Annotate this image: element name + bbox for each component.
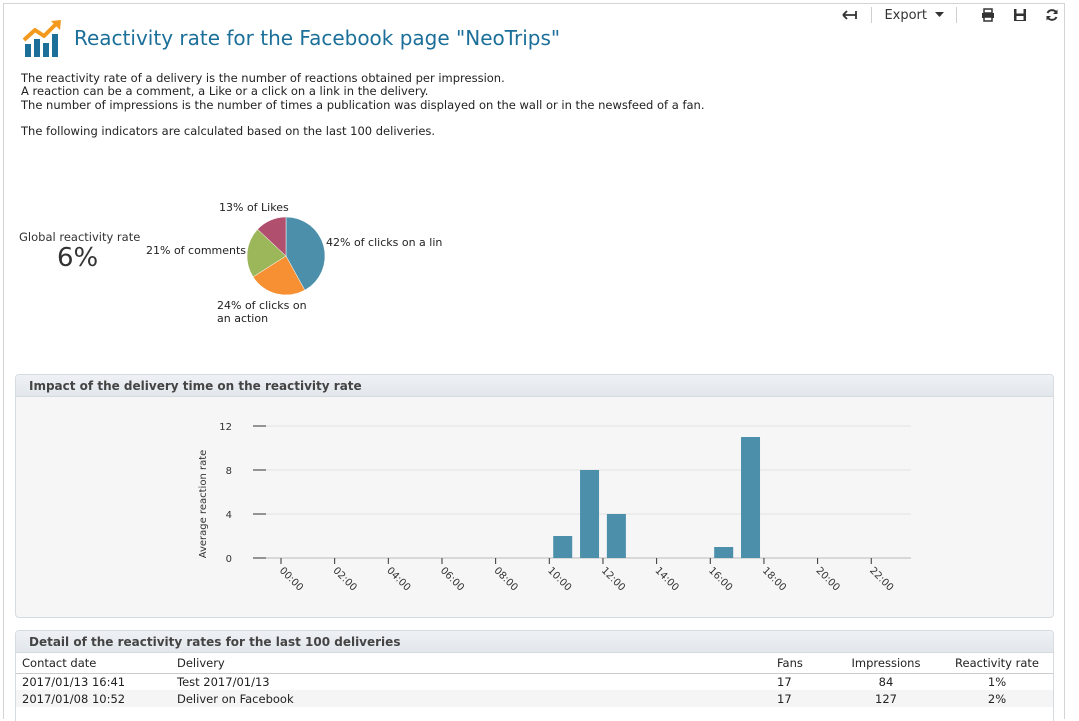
table-header-row: Contact date Delivery Fans Impressions R… — [16, 653, 1053, 674]
toolbar: Export — [841, 5, 1061, 25]
pie-label-link: 42% of clicks on a lin — [326, 236, 443, 249]
y-tick-label: 4 — [226, 510, 232, 521]
column-header[interactable]: Contact date — [16, 653, 171, 674]
y-tick-label: 8 — [226, 466, 232, 477]
impact-panel: Impact of the delivery time on the react… — [15, 374, 1054, 618]
reaction-pie-chart: 13% of Likes 21% of comments 42% of clic… — [140, 195, 460, 335]
pie-label-action-line: an action — [217, 312, 269, 325]
deliveries-table: Contact date Delivery Fans Impressions R… — [16, 653, 1053, 707]
cell-impressions: 127 — [831, 690, 941, 707]
cell-delivery: Deliver on Facebook — [171, 690, 771, 707]
caret-down-icon — [935, 12, 944, 17]
detail-panel: Detail of the reactivity rates for the l… — [15, 630, 1054, 721]
global-rate-label: Global reactivity rate — [19, 230, 141, 244]
intro-line: The reactivity rate of a delivery is the… — [21, 71, 505, 85]
intro-text: The reactivity rate of a delivery is the… — [21, 71, 705, 138]
back-arrow-icon[interactable] — [841, 5, 859, 25]
delivery-time-bar-chart: 0 4 8 12 Average reaction rate 00:00 02:00 04:0… — [198, 422, 911, 594]
export-button[interactable]: Export — [884, 5, 944, 25]
x-tick-label: 12:00 — [599, 565, 627, 593]
table-row[interactable]: 2017/01/08 10:52 Deliver on Facebook 17 … — [16, 690, 1053, 707]
bar[interactable] — [714, 547, 734, 558]
bar[interactable] — [580, 470, 600, 558]
x-tick-label: 20:00 — [813, 565, 841, 593]
rising-chart-icon — [22, 18, 64, 60]
x-tick-label: 22:00 — [867, 565, 895, 593]
y-tick-label: 12 — [219, 422, 232, 433]
x-tick-label: 08:00 — [492, 565, 520, 593]
x-tick-label: 06:00 — [438, 565, 466, 593]
page-title: Reactivity rate for the Facebook page "N… — [74, 26, 561, 50]
save-icon[interactable] — [1011, 5, 1029, 25]
x-tick-label: 10:00 — [545, 565, 573, 593]
pie-label-action-line: 24% of clicks on — [217, 299, 307, 312]
y-axis-title: Average reaction rate — [198, 450, 209, 559]
global-rate-value: 6% — [57, 243, 99, 273]
column-header[interactable]: Impressions — [831, 653, 941, 674]
x-tick-label: 04:00 — [384, 565, 412, 593]
cell-reactivity-rate: 2% — [941, 690, 1053, 707]
pie-label-comments: 21% of comments — [146, 244, 247, 257]
table-row[interactable]: 2017/01/13 16:41 Test 2017/01/13 17 84 1… — [16, 673, 1053, 690]
pie-label-likes: 13% of Likes — [219, 201, 289, 214]
impact-panel-title: Impact of the delivery time on the react… — [16, 375, 1053, 397]
column-header[interactable]: Delivery — [171, 653, 771, 674]
column-header[interactable]: Fans — [771, 653, 831, 674]
x-tick-label: 00:00 — [277, 565, 305, 593]
x-tick-label: 18:00 — [760, 565, 788, 593]
bar[interactable] — [741, 437, 761, 558]
intro-line: The following indicators are calculated … — [21, 123, 436, 138]
x-tick-label: 14:00 — [652, 565, 680, 593]
cell-contact-date: 2017/01/08 10:52 — [16, 690, 171, 707]
cell-fans: 17 — [777, 674, 792, 689]
intro-line: The number of impressions is the number … — [21, 97, 705, 112]
column-header[interactable]: Reactivity rate — [941, 653, 1053, 674]
cell-impressions: 84 — [878, 674, 894, 689]
x-tick-label: 02:00 — [331, 565, 359, 593]
intro-line: A reaction can be a comment, a Like or a… — [21, 84, 429, 99]
detail-panel-title: Detail of the reactivity rates for the l… — [16, 631, 1053, 653]
bar[interactable] — [553, 536, 573, 558]
cell-reactivity-rate: 1% — [987, 674, 1007, 689]
export-label: Export — [884, 7, 927, 23]
cell-delivery: Test 2017/01/13 — [177, 674, 270, 689]
cell-contact-date: 2017/01/13 16:41 — [22, 674, 126, 689]
y-tick-label: 0 — [226, 554, 232, 565]
toolbar-divider — [956, 7, 957, 23]
x-tick-label: 16:00 — [706, 565, 734, 593]
pie-label-action: 24% of clicks on an action — [217, 299, 307, 325]
bar[interactable] — [606, 514, 626, 558]
toolbar-divider — [871, 7, 873, 23]
refresh-icon[interactable] — [1043, 5, 1061, 25]
cell-fans: 17 — [771, 690, 831, 707]
print-icon[interactable] — [979, 5, 997, 25]
